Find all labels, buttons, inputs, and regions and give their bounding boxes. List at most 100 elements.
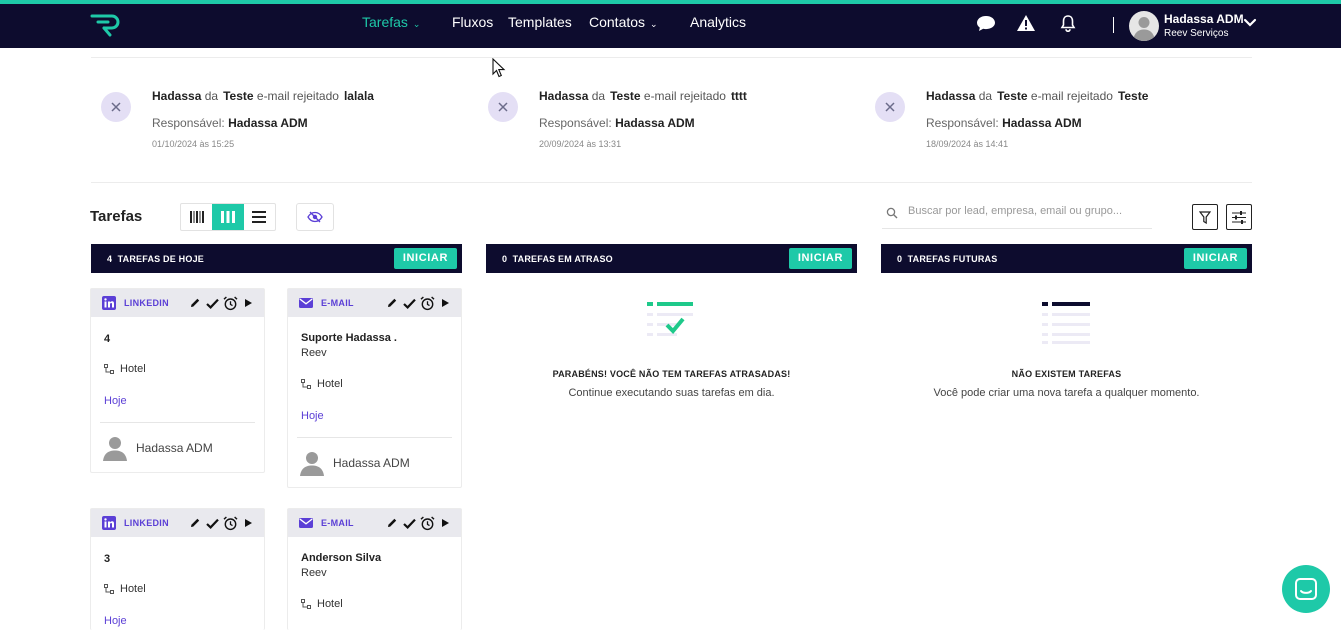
card-company: Hotel: [104, 583, 146, 595]
play-icon[interactable]: [241, 295, 256, 311]
column-title: 0 TAREFAS FUTURAS: [897, 254, 998, 264]
email-icon: [299, 518, 313, 528]
card-type: E-MAIL: [321, 298, 354, 308]
chat-widget-icon: [1295, 578, 1317, 600]
task-list-check-icon: [647, 302, 693, 336]
linkedin-icon: [102, 296, 116, 310]
divider: [91, 57, 1252, 58]
alert-icon[interactable]: [1016, 13, 1036, 33]
divider: [100, 422, 255, 423]
notification-date: 18/09/2024 às 14:41: [926, 139, 1009, 149]
card-header: E-MAIL: [288, 509, 461, 537]
task-card[interactable]: E-MAIL Suporte Hadassa . Reev Hotel Hoje…: [287, 288, 462, 488]
notification-text: Hadassa da Teste e-mail rejeitado lalala: [152, 89, 374, 103]
card-due-date: Hoje: [104, 395, 127, 407]
navbar-divider: [1113, 17, 1114, 33]
alarm-clock-icon[interactable]: [420, 515, 435, 531]
reev-logo[interactable]: [90, 13, 120, 37]
empty-state-text: Você pode criar uma nova tarefa a qualqu…: [933, 387, 1200, 399]
card-title: Suporte Hadassa .: [301, 332, 397, 344]
notification-item[interactable]: Hadassa da Teste e-mail rejeitado lalala R…: [101, 88, 461, 158]
task-card[interactable]: LINKEDIN 3 Hotel Hoje: [90, 508, 265, 630]
user-avatar[interactable]: [1129, 11, 1159, 41]
start-button[interactable]: INICIAR: [1183, 248, 1247, 269]
nav-fluxos[interactable]: Fluxos: [452, 14, 493, 30]
card-header: E-MAIL: [288, 289, 461, 317]
play-icon[interactable]: [241, 515, 256, 531]
divider: [91, 182, 1252, 183]
avatar: [300, 452, 324, 476]
column-title: 0 TAREFAS EM ATRASO: [502, 254, 613, 264]
check-icon[interactable]: [402, 515, 417, 531]
close-icon[interactable]: [101, 92, 131, 122]
notification-item[interactable]: Hadassa da Teste e-mail rejeitado Teste Re…: [875, 88, 1235, 158]
start-button[interactable]: INICIAR: [788, 248, 852, 269]
email-icon: [299, 298, 313, 308]
chevron-down-icon: ⌄: [650, 19, 658, 29]
nav-analytics[interactable]: Analytics: [690, 14, 746, 30]
play-icon[interactable]: [438, 295, 453, 311]
alarm-clock-icon[interactable]: [420, 295, 435, 311]
check-icon[interactable]: [205, 515, 220, 531]
edit-icon[interactable]: [384, 295, 399, 311]
chevron-down-icon[interactable]: [1243, 18, 1257, 28]
card-type: LINKEDIN: [124, 518, 169, 528]
hide-eye-button[interactable]: [296, 203, 334, 231]
card-title: 4: [104, 333, 111, 345]
empty-state-title: NÃO EXISTEM TAREFAS: [1011, 369, 1122, 379]
user-name[interactable]: Hadassa ADM: [1164, 12, 1244, 26]
card-due-date: Hoje: [104, 615, 127, 627]
edit-icon[interactable]: [187, 295, 202, 311]
notification-date: 20/09/2024 às 13:31: [539, 139, 622, 149]
search-icon: [886, 207, 898, 219]
notification-responsible: Responsável: Hadassa ADM: [539, 116, 695, 130]
empty-state-title: PARABÉNS! VOCÊ NÃO TEM TAREFAS ATRASADAS…: [552, 369, 791, 379]
org-icon: [301, 599, 311, 609]
card-header: LINKEDIN: [91, 509, 264, 537]
nav-tarefas[interactable]: Tarefas ⌄: [362, 14, 420, 30]
top-navbar: Tarefas ⌄ Fluxos Templates Contatos ⌄ Anal…: [0, 0, 1341, 48]
card-owner: Hadassa ADM: [136, 441, 213, 455]
card-title: Anderson Silva: [301, 552, 382, 564]
edit-icon[interactable]: [187, 515, 202, 531]
mouse-cursor-icon: [492, 58, 506, 78]
play-icon[interactable]: [438, 515, 453, 531]
kanban-view-button[interactable]: [212, 204, 244, 230]
nav-templates[interactable]: Templates: [508, 14, 572, 30]
nav-contatos[interactable]: Contatos ⌄: [589, 14, 658, 30]
start-button[interactable]: INICIAR: [393, 248, 457, 269]
card-company: Hotel: [301, 598, 343, 610]
column-title: 4 TAREFAS DE HOJE: [107, 254, 204, 264]
settings-sliders-button[interactable]: [1226, 204, 1252, 230]
notification-responsible: Responsável: Hadassa ADM: [926, 116, 1082, 130]
alarm-clock-icon[interactable]: [223, 295, 238, 311]
barcode-view-button[interactable]: [181, 204, 212, 230]
notification-item[interactable]: Hadassa da Teste e-mail rejeitado tttt Res…: [488, 88, 848, 158]
alarm-clock-icon[interactable]: [223, 515, 238, 531]
search-box: [882, 201, 1152, 229]
avatar: [103, 437, 127, 461]
empty-state-text: Continue executando suas tarefas em dia.: [568, 387, 775, 399]
support-chat-button[interactable]: [1282, 565, 1330, 613]
check-icon[interactable]: [205, 295, 220, 311]
linkedin-icon: [102, 516, 116, 530]
check-icon[interactable]: [402, 295, 417, 311]
chat-icon[interactable]: [976, 13, 996, 33]
eye-slash-icon: [307, 211, 323, 223]
task-card[interactable]: E-MAIL Anderson Silva Reev Hotel: [287, 508, 462, 630]
search-input[interactable]: [908, 205, 1148, 217]
filter-button[interactable]: [1192, 204, 1218, 230]
notification-text: Hadassa da Teste e-mail rejeitado Teste: [926, 89, 1149, 103]
bell-icon[interactable]: [1058, 13, 1078, 33]
close-icon[interactable]: [875, 92, 905, 122]
task-card[interactable]: LINKEDIN 4 Hotel Hoje Hadassa ADM: [90, 288, 265, 473]
notification-date: 01/10/2024 às 15:25: [152, 139, 235, 149]
org-icon: [301, 379, 311, 389]
notification-text: Hadassa da Teste e-mail rejeitado tttt: [539, 89, 747, 103]
org-icon: [104, 584, 114, 594]
close-icon[interactable]: [488, 92, 518, 122]
sliders-icon: [1232, 210, 1246, 224]
edit-icon[interactable]: [384, 515, 399, 531]
column-header-hoje: 4 TAREFAS DE HOJE INICIAR: [91, 244, 462, 273]
list-view-button[interactable]: [244, 204, 275, 230]
